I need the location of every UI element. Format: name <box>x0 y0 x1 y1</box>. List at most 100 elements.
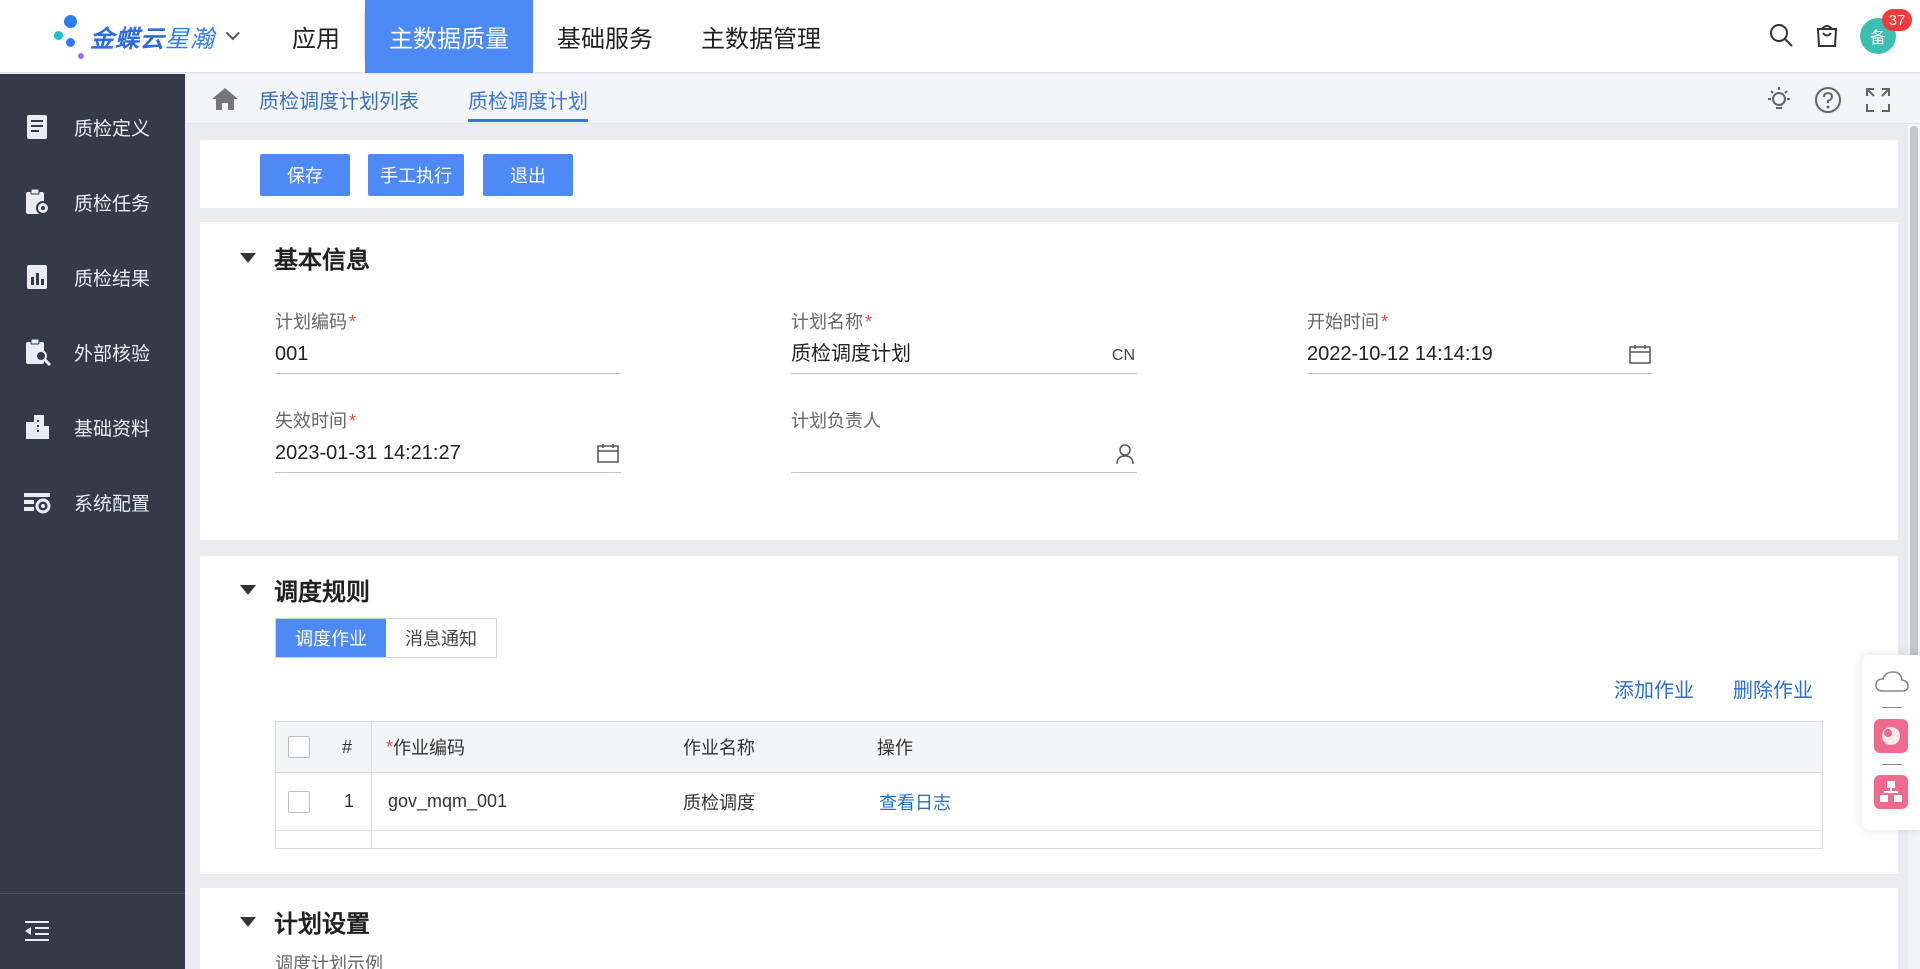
schedule-tabs: 调度作业 消息通知 <box>275 618 497 658</box>
building-icon <box>26 415 49 439</box>
owner-field: 计划负责人 <box>791 407 1137 473</box>
plan-code-input[interactable]: 001 <box>275 340 621 374</box>
calendar-icon[interactable] <box>597 443 619 463</box>
start-time-value: 2022-10-12 14:14:19 <box>1307 343 1493 365</box>
plan-settings-header[interactable]: 计划设置 <box>240 904 370 939</box>
sidebar-item-qc-definition[interactable]: 质检定义 <box>0 102 185 152</box>
start-time-field: 开始时间 * 2022-10-12 14:14:19 <box>1307 308 1653 374</box>
sidebar-item-label: 系统配置 <box>74 493 151 515</box>
shopping-bag-icon[interactable] <box>1814 22 1840 48</box>
sidebar-item-label: 基础资料 <box>74 418 151 440</box>
table-row[interactable]: 1 gov_mqm_001 质检调度 查看日志 <box>276 773 1822 831</box>
sidebar: 质检定义 质检任务 质检结果 外部核验 基础资料 系统配置 <box>0 74 185 969</box>
settings-list-icon <box>24 493 51 514</box>
section-title: 调度规则 <box>274 579 370 606</box>
report-icon <box>27 265 47 289</box>
org-chart-icon[interactable] <box>1874 775 1908 809</box>
schedule-rules-section: 调度规则 调度作业 消息通知 添加作业 删除作业 # * 作业编码 作业名称 操作… <box>200 556 1898 874</box>
expire-time-input[interactable]: 2023-01-31 14:21:27 <box>275 439 621 473</box>
basic-info-section: 基本信息 计划编码 * 001 计划名称 * 质检调度计划 CN 开始时间 * 202… <box>200 222 1898 540</box>
exit-button[interactable]: 退出 <box>483 154 573 196</box>
expire-time-field: 失效时间 * 2023-01-31 14:21:27 <box>275 407 621 473</box>
owner-input[interactable] <box>791 439 1137 473</box>
sidebar-item-label: 质检任务 <box>74 193 151 215</box>
sidebar-item-qc-task[interactable]: 质检任务 <box>0 177 185 227</box>
topnav-mdm-management[interactable]: 主数据管理 <box>677 0 845 73</box>
tab-schedule-jobs[interactable]: 调度作业 <box>276 619 386 657</box>
plan-name-field: 计划名称 * 质检调度计划 CN <box>791 308 1137 374</box>
basic-info-header[interactable]: 基本信息 <box>240 240 370 275</box>
brand-name: 金蝶云星瀚 <box>90 25 215 53</box>
row-job-code[interactable]: gov_mqm_001 <box>388 773 507 830</box>
toolbox-divider <box>1882 764 1902 765</box>
lightbulb-icon[interactable] <box>1765 86 1793 114</box>
page-scrollbar[interactable] <box>1908 124 1920 969</box>
chevron-down-icon[interactable] <box>225 26 240 41</box>
schedule-example-label: 调度计划示例 <box>275 954 383 969</box>
sidebar-item-qc-result[interactable]: 质检结果 <box>0 252 185 302</box>
scrollbar-thumb[interactable] <box>1910 126 1918 706</box>
sidebar-item-system-config[interactable]: 系统配置 <box>0 477 185 527</box>
table-header: # * 作业编码 作业名称 操作 <box>276 722 1822 773</box>
top-nav: 应用 主数据质量 基础服务 主数据管理 <box>268 0 845 73</box>
language-switch[interactable]: CN <box>1112 342 1135 370</box>
tab-message-notify[interactable]: 消息通知 <box>386 619 496 657</box>
topnav-mdm-quality[interactable]: 主数据质量 <box>365 0 533 73</box>
book-icon <box>27 115 47 139</box>
jobs-table: # * 作业编码 作业名称 操作 1 gov_mqm_001 质检调度 查看日志 <box>275 721 1823 849</box>
topnav-app[interactable]: 应用 <box>268 0 364 73</box>
sidebar-item-label: 质检结果 <box>74 268 151 290</box>
task-clipboard-icon <box>26 188 50 215</box>
column-job-name[interactable]: 作业名称 <box>683 722 755 772</box>
help-icon[interactable] <box>1814 86 1842 114</box>
page-tabs-bar: 质检调度计划列表 质检调度计划 <box>185 74 1920 124</box>
add-job-link[interactable]: 添加作业 <box>1614 674 1694 703</box>
plan-name-value: 质检调度计划 <box>791 343 911 365</box>
pink-app-icon[interactable] <box>1874 719 1908 753</box>
brand-logo[interactable]: 金蝶云星瀚 <box>50 10 240 62</box>
sidebar-item-base-data[interactable]: 基础资料 <box>0 402 185 452</box>
cloud-icon[interactable] <box>1874 669 1910 695</box>
field-label: 计划名称 * <box>791 312 873 332</box>
view-log-link[interactable]: 查看日志 <box>879 773 951 830</box>
select-all-checkbox[interactable] <box>288 722 310 772</box>
top-bar: 金蝶云星瀚 应用 主数据质量 基础服务 主数据管理 备 37 <box>0 0 1920 73</box>
sidebar-item-label: 外部核验 <box>74 343 151 365</box>
tab-schedule-plan-list[interactable]: 质检调度计划列表 <box>259 74 419 124</box>
logo-mark <box>50 13 90 59</box>
caret-down-icon <box>240 584 256 595</box>
section-title: 基本信息 <box>274 247 370 274</box>
sidebar-collapse-button[interactable] <box>0 893 185 969</box>
column-divider <box>371 722 372 848</box>
search-icon[interactable] <box>1768 22 1794 48</box>
topnav-base-service[interactable]: 基础服务 <box>533 0 677 73</box>
fullscreen-icon[interactable] <box>1864 86 1892 114</box>
plan-code-field: 计划编码 * 001 <box>275 308 621 374</box>
sidebar-item-label: 质检定义 <box>74 118 151 140</box>
home-icon[interactable] <box>211 86 239 112</box>
field-label: 失效时间 * <box>275 411 357 431</box>
calendar-icon[interactable] <box>1629 344 1651 364</box>
collapse-menu-icon <box>25 921 49 941</box>
toolbar: 保存 手工执行 退出 <box>200 140 1898 208</box>
user-icon[interactable] <box>1115 443 1135 465</box>
row-job-name[interactable]: 质检调度 <box>683 773 755 830</box>
floating-toolbox <box>1862 655 1920 830</box>
delete-job-link[interactable]: 删除作业 <box>1733 674 1813 703</box>
tab-schedule-plan[interactable]: 质检调度计划 <box>468 74 588 124</box>
toolbox-divider <box>1882 707 1902 708</box>
schedule-rules-header[interactable]: 调度规则 <box>240 572 370 607</box>
notification-badge: 37 <box>1882 9 1912 31</box>
column-index: # <box>342 736 353 757</box>
column-action: 操作 <box>877 738 913 758</box>
plan-name-input[interactable]: 质检调度计划 CN <box>791 340 1137 374</box>
manual-execute-button[interactable]: 手工执行 <box>368 154 464 196</box>
save-button[interactable]: 保存 <box>260 154 350 196</box>
start-time-input[interactable]: 2022-10-12 14:14:19 <box>1307 340 1653 374</box>
sidebar-item-external-verify[interactable]: 外部核验 <box>0 327 185 377</box>
field-label: 开始时间 * <box>1307 312 1389 332</box>
expire-time-value: 2023-01-31 14:21:27 <box>275 442 461 464</box>
column-job-code[interactable]: * 作业编码 <box>386 722 465 772</box>
row-checkbox[interactable] <box>288 773 310 830</box>
section-title: 计划设置 <box>274 911 370 938</box>
